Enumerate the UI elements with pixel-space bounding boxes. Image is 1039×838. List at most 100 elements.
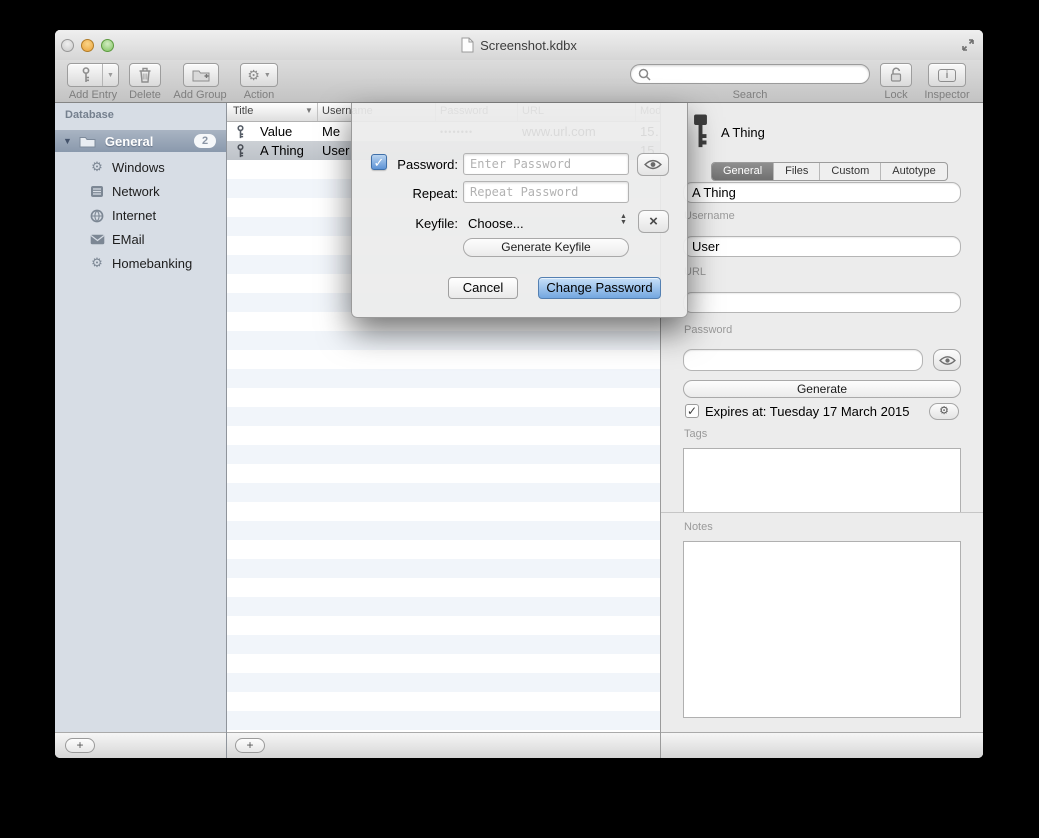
sidebar-item-windows[interactable]: ⚙ Windows	[55, 155, 226, 179]
key-icon	[236, 125, 245, 139]
close-button[interactable]	[61, 39, 74, 52]
add-entry-plus-button[interactable]: +	[235, 738, 265, 753]
tab-files[interactable]: Files	[774, 163, 820, 180]
dialog-password-input[interactable]	[463, 153, 629, 175]
section-divider	[661, 512, 983, 513]
search-field[interactable]	[630, 64, 870, 84]
search-input[interactable]	[655, 66, 855, 82]
password-label: Password	[684, 324, 732, 336]
tab-general[interactable]: General	[712, 163, 774, 180]
eye-icon	[939, 355, 956, 366]
desktop: Screenshot.kdbx ▼ Add Entry Delete	[0, 0, 1039, 838]
add-entry-label: Add Entry	[59, 89, 127, 101]
expires-settings-button[interactable]: ⚙	[929, 403, 959, 420]
server-icon	[89, 183, 105, 199]
sort-descending-icon: ▼	[305, 106, 313, 115]
lock-icon	[888, 67, 904, 83]
username-label: Username	[684, 210, 735, 222]
entry-title: A Thing	[260, 143, 304, 158]
sidebar-bottom-bar: +	[55, 732, 226, 758]
gear-icon: ⚙	[89, 159, 105, 175]
action-button[interactable]: ⚙ ▼	[240, 63, 278, 87]
dialog-password-label: Password:	[392, 157, 458, 172]
fullscreen-icon[interactable]	[960, 37, 976, 53]
cancel-button[interactable]: Cancel	[448, 277, 518, 299]
group-count-badge: 2	[194, 134, 216, 148]
inspector-button[interactable]: i	[928, 63, 966, 87]
dialog-reveal-password-button[interactable]	[637, 153, 669, 176]
add-group-label: Add Group	[167, 89, 233, 101]
password-field[interactable]	[683, 349, 923, 371]
sidebar-item-email[interactable]: EMail	[55, 227, 226, 251]
key-icon	[236, 144, 245, 158]
sidebar-item-homebanking[interactable]: ⚙ Homebanking	[55, 251, 226, 275]
sidebar: Database ▼ General 2 ⚙ Windows	[55, 103, 227, 758]
trash-icon	[138, 67, 152, 83]
lock-button[interactable]	[880, 63, 912, 87]
reveal-password-button[interactable]	[933, 349, 961, 371]
notes-label: Notes	[684, 521, 713, 533]
generate-password-button[interactable]: Generate	[683, 380, 961, 398]
entry-list-bottom-bar: +	[227, 732, 660, 758]
search-icon	[638, 68, 651, 81]
sidebar-group-label: General	[105, 134, 153, 149]
clear-keyfile-button[interactable]: ×	[638, 210, 669, 233]
entry-title: Value	[260, 124, 292, 139]
expires-checkbox[interactable]	[685, 404, 699, 418]
popup-arrows-icon[interactable]: ▲▼	[620, 214, 627, 226]
sidebar-header: Database	[65, 109, 114, 121]
tab-custom[interactable]: Custom	[820, 163, 881, 180]
sidebar-item-internet[interactable]: Internet	[55, 203, 226, 227]
gear-icon: ⚙	[939, 406, 949, 417]
dialog-repeat-input[interactable]	[463, 181, 629, 203]
zoom-button[interactable]	[101, 39, 114, 52]
delete-button[interactable]	[129, 63, 161, 87]
inspector-entry-title: A Thing	[721, 125, 765, 140]
dialog-keyfile-label: Keyfile:	[392, 216, 458, 231]
globe-icon	[89, 207, 105, 223]
envelope-icon	[89, 231, 105, 247]
chevron-down-icon: ▼	[264, 72, 271, 79]
tab-autotype[interactable]: Autotype	[881, 163, 946, 180]
action-label: Action	[230, 89, 288, 101]
key-icon	[81, 67, 91, 83]
sidebar-item-label: Network	[112, 184, 160, 199]
sidebar-item-label: Internet	[112, 208, 156, 223]
dialog-repeat-label: Repeat:	[392, 186, 458, 201]
folder-plus-icon	[192, 68, 210, 82]
sidebar-item-label: Windows	[112, 160, 165, 175]
add-group-plus-button[interactable]: +	[65, 738, 95, 753]
add-entry-button[interactable]: ▼	[67, 63, 119, 87]
add-group-button[interactable]	[183, 63, 219, 87]
delete-label: Delete	[119, 89, 171, 101]
toolbar: ▼ Add Entry Delete Add Group ⚙ ▼ Action	[55, 60, 983, 103]
inspector-tabs: General Files Custom Autotype	[711, 162, 948, 181]
inspector-panel: A Thing General Files Custom Autotype Us…	[660, 103, 983, 758]
notes-field[interactable]	[683, 541, 961, 718]
tags-field[interactable]	[683, 448, 961, 512]
keyfile-popup[interactable]: Choose...	[468, 216, 524, 231]
document-icon	[461, 37, 474, 53]
search-label: Search	[630, 89, 870, 101]
minimize-button[interactable]	[81, 39, 94, 52]
info-icon: i	[938, 69, 956, 82]
sidebar-item-network[interactable]: Network	[55, 179, 226, 203]
username-field[interactable]	[683, 236, 961, 257]
change-password-dialog: Password: Repeat: Keyfile: Choose... ▲▼ …	[351, 103, 688, 318]
close-icon: ×	[649, 214, 658, 229]
column-header-title[interactable]: Title	[233, 105, 253, 117]
sidebar-item-label: EMail	[112, 232, 145, 247]
key-icon	[689, 111, 712, 151]
change-password-button[interactable]: Change Password	[538, 277, 661, 299]
url-field[interactable]	[683, 292, 961, 313]
sidebar-item-label: Homebanking	[112, 256, 192, 271]
sidebar-group-general[interactable]: ▼ General 2	[55, 130, 226, 152]
disclosure-triangle-icon[interactable]: ▼	[63, 136, 72, 146]
inspector-bottom-bar	[661, 732, 983, 758]
gear-icon: ⚙	[247, 67, 260, 84]
generate-keyfile-button[interactable]: Generate Keyfile	[463, 238, 629, 257]
title-field[interactable]	[683, 182, 961, 203]
add-entry-dropdown[interactable]: ▼	[102, 64, 118, 86]
password-enabled-checkbox[interactable]	[371, 154, 387, 170]
expires-label: Expires at: Tuesday 17 March 2015	[705, 404, 910, 419]
